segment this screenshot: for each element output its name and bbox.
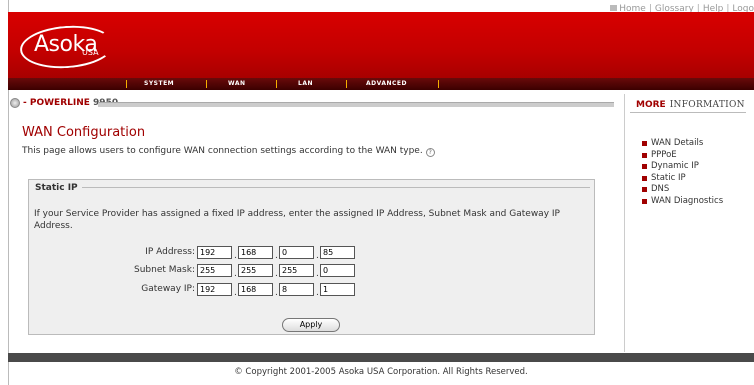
product-divider [98, 102, 614, 107]
sidebar-title: MORE INFORMATION [636, 100, 745, 110]
subnet-mask-octet-4[interactable]: 0 [320, 264, 355, 277]
sidebar-item-dns[interactable]: DNS [642, 184, 723, 196]
bullet-icon [642, 187, 647, 192]
sidebar-title-rest: INFORMATION [669, 100, 745, 110]
sidebar-title-bold: MORE [636, 100, 666, 110]
gateway-ip-octet-3[interactable]: 8 [279, 283, 314, 296]
sidebar-item-label: DNS [651, 184, 670, 194]
subnet-mask-octet-1[interactable]: 255 [197, 264, 232, 277]
sidebar-item-wan-diagnostics[interactable]: WAN Diagnostics [642, 196, 723, 208]
nav-separator [126, 80, 127, 88]
copyright: © Copyright 2001-2005 Asoka USA Corporat… [234, 367, 528, 377]
sidebar-divider [624, 94, 625, 352]
sidebar-links: WAN Details PPPoE Dynamic IP Static IP D… [642, 138, 723, 207]
ip-address-octet-3[interactable]: 0 [279, 246, 314, 259]
bullet-icon [642, 198, 647, 204]
product-bar: - POWERLINE 9950 [10, 98, 614, 110]
header-banner: Asoka USA [8, 12, 754, 78]
main-nav: SYSTEM WAN LAN ADVANCED [8, 78, 754, 90]
dot: . [275, 251, 278, 261]
bullet-icon [642, 141, 647, 146]
powerline-icon [10, 98, 20, 108]
dot: . [316, 288, 319, 298]
ip-address-octet-1[interactable]: 192 [197, 246, 232, 259]
help-icon[interactable]: ? [425, 148, 435, 157]
dot: . [316, 251, 319, 261]
ip-address-octet-2[interactable]: 168 [238, 246, 273, 259]
page-description: This page allows users to configure WAN … [22, 146, 435, 157]
static-ip-info: If your Service Provider has assigned a … [34, 209, 560, 231]
bullet-icon [642, 152, 647, 158]
ip-address-octet-4[interactable]: 85 [320, 246, 355, 259]
sidebar-item-dynamic-ip[interactable]: Dynamic IP [642, 161, 723, 173]
ip-address-label: IP Address: [145, 247, 195, 257]
home-icon[interactable] [610, 5, 618, 11]
nav-separator [346, 80, 347, 88]
sidebar-item-label: Static IP [651, 172, 686, 183]
nav-separator [276, 80, 277, 88]
sidebar-item-label: Dynamic IP [651, 161, 699, 171]
nav-lan[interactable]: LAN [298, 78, 313, 90]
dot: . [234, 251, 237, 261]
gateway-ip-octet-2[interactable]: 168 [238, 283, 273, 296]
nav-separator [206, 80, 207, 88]
sidebar-item-wan-details[interactable]: WAN Details [642, 138, 723, 150]
dot: . [316, 269, 319, 279]
legend-rule [82, 187, 590, 188]
bullet-icon [642, 175, 647, 181]
dot: . [275, 269, 278, 279]
page-description-text: This page allows users to configure WAN … [22, 146, 423, 156]
gateway-ip-label: Gateway IP: [141, 284, 195, 294]
footer-bar [8, 353, 754, 362]
dot: . [234, 269, 237, 279]
brand-sub: USA [82, 48, 99, 57]
static-ip-legend: Static IP [33, 183, 80, 193]
brand-logo: Asoka USA [18, 22, 116, 72]
subnet-mask-octet-2[interactable]: 255 [238, 264, 273, 277]
bullet-icon [642, 164, 647, 169]
nav-wan[interactable]: WAN [228, 78, 246, 90]
dot: . [234, 288, 237, 298]
dot: . [275, 288, 278, 298]
subnet-mask-label: Subnet Mask: [134, 265, 195, 275]
gateway-ip-octet-4[interactable]: 1 [320, 283, 355, 296]
sidebar-item-pppoe[interactable]: PPPoE [642, 150, 723, 162]
sidebar-item-static-ip[interactable]: Static IP [642, 173, 723, 185]
sidebar-item-label: PPPoE [651, 149, 677, 160]
nav-advanced[interactable]: ADVANCED [366, 78, 407, 90]
page-title: WAN Configuration [22, 125, 146, 140]
apply-button[interactable]: Apply [282, 318, 340, 332]
gateway-ip-octet-1[interactable]: 192 [197, 283, 232, 296]
product-prefix: POWERLINE [29, 98, 90, 108]
nav-separator [438, 80, 439, 88]
nav-system[interactable]: SYSTEM [144, 78, 174, 90]
sidebar-item-label: WAN Diagnostics [651, 195, 724, 206]
subnet-mask-octet-3[interactable]: 255 [279, 264, 314, 277]
sidebar-item-label: WAN Details [651, 138, 704, 148]
sidebar-rule [630, 112, 746, 113]
